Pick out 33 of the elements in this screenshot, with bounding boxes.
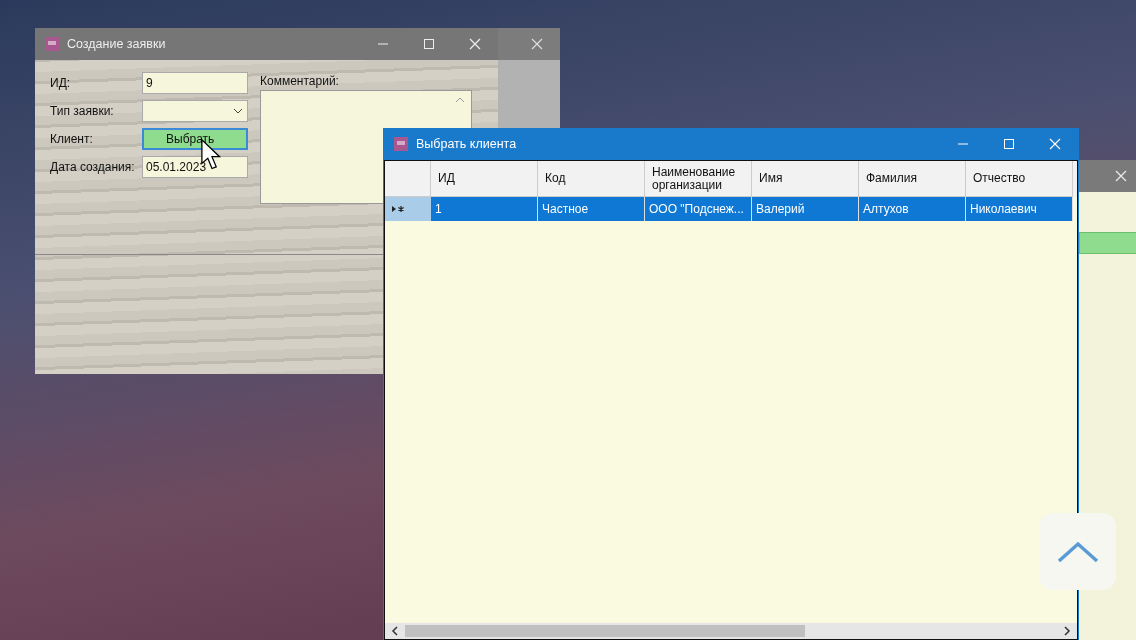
field-label: Комментарий: — [260, 74, 339, 88]
field-label: ИД: — [50, 76, 71, 90]
window-title: Создание заявки — [67, 37, 167, 51]
app-icon — [394, 137, 408, 151]
text-field[interactable]: 05.01.2023 — [142, 156, 248, 178]
table-cell: Николаевич — [966, 197, 1073, 221]
close-icon[interactable] — [531, 38, 543, 50]
select-button[interactable]: Выбрать — [142, 128, 248, 150]
close-icon[interactable] — [1115, 170, 1127, 182]
current-row-icon — [391, 205, 405, 213]
window-title: Выбрать клиента — [416, 137, 518, 151]
table-row[interactable]: 1 Частное ООО "Подснеж... Валерий Алтухов Николаевич — [385, 197, 1077, 221]
field-label: Клиент: — [50, 132, 93, 146]
scroll-up-icon[interactable] — [455, 97, 465, 103]
table-cell: Валерий — [752, 197, 859, 221]
text-field[interactable]: 9 — [142, 72, 248, 94]
close-icon[interactable] — [469, 38, 481, 50]
table-cell: Частное — [538, 197, 645, 221]
table-cell: ООО "Подснеж... — [645, 197, 752, 221]
table-cell: 1 — [431, 197, 538, 221]
caret-icon — [233, 108, 243, 114]
dropdown-field[interactable] — [142, 100, 248, 122]
field-label: Дата создания: — [50, 160, 135, 174]
scroll-right-icon[interactable] — [1063, 626, 1071, 636]
chevron-up-icon — [1055, 539, 1100, 564]
table-cell: Алтухов — [859, 197, 966, 221]
scroll-to-top-button[interactable] — [1039, 513, 1116, 590]
table-cell — [1079, 232, 1136, 254]
horizontal-scrollbar[interactable] — [385, 623, 1077, 639]
app-icon — [45, 37, 59, 51]
maximize-icon[interactable] — [423, 38, 435, 50]
scroll-left-icon[interactable] — [391, 626, 399, 636]
field-label: Тип заявки: — [50, 104, 114, 118]
